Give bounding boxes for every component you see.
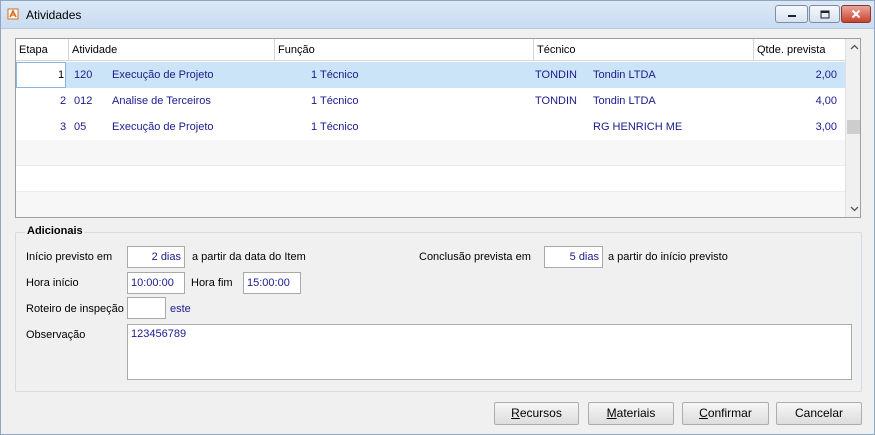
confirmar-button[interactable]: Confirmar [682,402,769,425]
cell-etapa: 3 [60,121,67,133]
column-header-funcao[interactable]: Função [275,39,534,61]
table-row[interactable]: 1 120 Execução de Projeto 1 Técnico TOND… [16,62,845,88]
cell-tecnico-codigo: TONDIN [535,69,577,81]
hora-fim-field[interactable]: 15:00:00 [243,272,301,294]
app-logo-icon [7,8,19,20]
column-header-atividade[interactable]: Atividade [69,39,275,61]
close-icon [851,9,861,19]
cell-etapa: 2 [60,95,67,107]
roteiro-inspecao-field[interactable] [127,297,166,319]
hora-fim-label: Hora fim [191,277,233,289]
conclusao-prevista-suffix: a partir do início previsto [608,251,728,263]
hora-inicio-label: Hora início [26,277,79,289]
empty-row [16,140,845,166]
column-header-qtde-prevista[interactable]: Qtde. prevista [754,39,845,61]
cell-tecnico-nome: RG HENRICH ME [593,121,683,133]
cell-funcao: 1 Técnico [311,69,359,81]
scroll-thumb[interactable] [847,120,860,134]
table-row[interactable]: 3 05 Execução de Projeto 1 Técnico RG HE… [16,114,845,140]
cell-qtde: 2,00 [815,69,837,81]
cell-etapa: 1 [58,69,65,81]
hora-inicio-field[interactable]: 10:00:00 [127,272,185,294]
cell-atividade: Execução de Projeto [112,121,214,133]
confirmar-button-label: onfirmar [707,406,752,420]
cell-codigo: 012 [74,95,93,107]
inicio-previsto-label: Início previsto em [26,251,113,263]
inicio-previsto-suffix: a partir da data do Item [192,251,306,263]
confirmar-button-accelerator: C [699,406,708,420]
recursos-button[interactable]: Recursos [494,402,579,425]
minimize-icon [787,10,797,18]
maximize-icon [820,10,830,19]
minimize-button[interactable] [775,5,808,23]
cell-tecnico-codigo: TONDIN [535,95,577,107]
cell-funcao: 1 Técnico [311,121,359,133]
empty-row [16,192,845,217]
window-title: Atividades [26,8,82,22]
observacao-textarea[interactable]: 123456789 [127,324,852,380]
table-row[interactable]: 2 012 Analise de Terceiros 1 Técnico TON… [16,88,845,114]
cell-funcao: 1 Técnico [311,95,359,107]
grid-header: Etapa Atividade Função Técnico Qtde. pre… [16,39,845,61]
cell-codigo: 05 [74,121,87,133]
column-header-etapa[interactable]: Etapa [16,39,69,61]
cell-codigo: 120 [74,69,93,81]
materiais-button-accelerator: M [606,406,617,420]
inicio-previsto-field[interactable]: 2 dias [127,246,185,268]
cell-atividade: Execução de Projeto [112,69,214,81]
roteiro-inspecao-label: Roteiro de inspeção [26,303,124,315]
conclusao-prevista-label: Conclusão prevista em [419,251,531,263]
recursos-button-accelerator: R [511,406,520,420]
adicionais-group-title: Adicionais [25,225,85,237]
atividades-window: Atividades Etapa Atividade Função Técnic… [0,0,875,435]
chevron-down-icon [850,203,859,215]
materiais-button[interactable]: Materiais [588,402,674,425]
materiais-button-label: ateriais [616,406,656,420]
cell-atividade: Analise de Terceiros [112,95,211,107]
recursos-button-label: ecursos [519,406,562,420]
cancelar-button[interactable]: Cancelar [776,402,862,425]
atividades-grid[interactable]: Etapa Atividade Função Técnico Qtde. pre… [15,38,861,218]
cell-qtde: 3,00 [815,121,837,133]
observacao-label: Observação [26,329,86,341]
maximize-button[interactable] [809,5,840,23]
column-header-tecnico[interactable]: Técnico [534,39,754,61]
chevron-up-icon [850,41,859,53]
cell-tecnico-nome: Tondin LTDA [593,95,656,107]
cell-tecnico-nome: Tondin LTDA [593,69,656,81]
roteiro-inspecao-description: este [170,303,191,315]
grid-vertical-scrollbar[interactable] [845,39,860,217]
conclusao-prevista-field[interactable]: 5 dias [544,246,603,268]
close-button[interactable] [841,5,871,23]
cell-qtde: 4,00 [815,95,837,107]
scroll-down-button[interactable] [846,201,860,217]
empty-row [16,166,845,192]
title-bar[interactable]: Atividades [1,1,874,29]
scroll-up-button[interactable] [846,39,860,55]
